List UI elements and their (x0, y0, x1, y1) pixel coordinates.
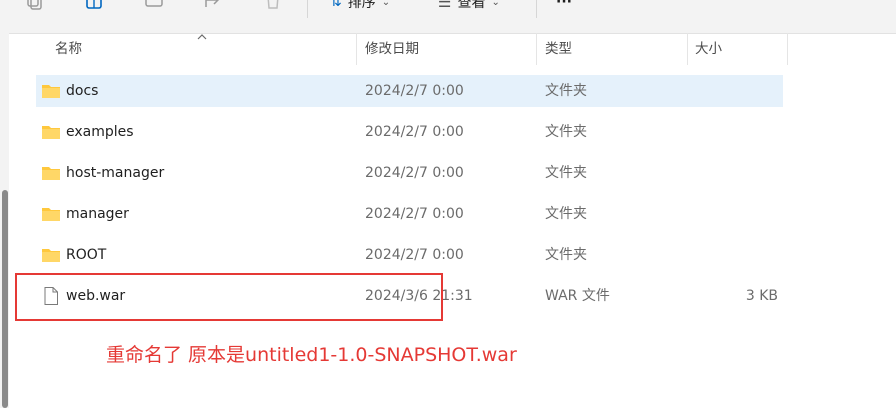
view-label: 查看 (457, 0, 486, 11)
file-name: host-manager (66, 165, 165, 181)
file-row-manager[interactable]: manager 2024/2/7 0:00 文件夹 (36, 198, 783, 230)
file-modified-date: 2024/2/7 0:00 (365, 83, 464, 99)
file-row-root[interactable]: ROOT 2024/2/7 0:00 文件夹 (36, 239, 783, 271)
more-label: ··· (556, 0, 572, 10)
file-modified-date: 2024/2/7 0:00 (365, 165, 464, 181)
file-name: docs (66, 83, 99, 99)
file-row-docs[interactable]: docs 2024/2/7 0:00 文件夹 (36, 75, 783, 107)
sort-icon: ⇅ (330, 0, 342, 10)
file-type: 文件夹 (545, 206, 587, 222)
column-header-type[interactable]: 类型 (545, 33, 572, 65)
file-type: 文件夹 (545, 165, 587, 181)
sort-button[interactable]: ⇅ 排序 ⌄ (330, 0, 390, 14)
sort-ascending-icon (197, 34, 207, 40)
column-header-date[interactable]: 修改日期 (365, 33, 419, 65)
file-name: examples (66, 124, 134, 140)
file-type: 文件夹 (545, 247, 587, 263)
delete-icon[interactable] (263, 0, 283, 10)
command-bar: ⇅ 排序 ⌄ ☰ 查看 ⌄ ··· (0, 0, 896, 34)
column-divider[interactable] (787, 33, 788, 65)
sort-label: 排序 (347, 0, 376, 11)
file-type: 文件夹 (545, 124, 587, 140)
column-header-size[interactable]: 大小 (695, 33, 722, 65)
folder-icon (41, 245, 61, 265)
annotation-note: 重命名了 原本是untitled1-1.0-SNAPSHOT.war (106, 344, 517, 366)
rename-icon[interactable] (144, 0, 164, 10)
scrollbar-thumb[interactable] (2, 190, 8, 408)
folder-icon (41, 81, 61, 101)
folder-icon (41, 122, 61, 142)
folder-icon (41, 163, 61, 183)
file-modified-date: 2024/2/7 0:00 (365, 247, 464, 263)
toolbar-divider (307, 0, 308, 18)
file-size: 3 KB (745, 288, 778, 304)
column-divider[interactable] (687, 33, 688, 65)
share-icon[interactable] (203, 0, 223, 10)
file-modified-date: 2024/2/7 0:00 (365, 124, 464, 140)
view-button[interactable]: ☰ 查看 ⌄ (438, 0, 500, 14)
chevron-down-icon: ⌄ (491, 0, 500, 8)
file-name: manager (66, 206, 129, 222)
file-row-host-manager[interactable]: host-manager 2024/2/7 0:00 文件夹 (36, 157, 783, 189)
column-header-row: 名称 修改日期 类型 大小 (36, 33, 896, 65)
column-divider[interactable] (536, 33, 537, 65)
column-divider[interactable] (356, 33, 357, 65)
file-name: ROOT (66, 247, 107, 263)
view-icon: ☰ (438, 0, 452, 11)
file-type: WAR 文件 (545, 288, 610, 304)
annotation-highlight-box (15, 273, 443, 321)
toolbar-divider (536, 0, 537, 18)
more-options-button[interactable]: ··· (556, 0, 572, 14)
file-row-examples[interactable]: examples 2024/2/7 0:00 文件夹 (36, 116, 783, 148)
file-modified-date: 2024/2/7 0:00 (365, 206, 464, 222)
folder-icon (41, 204, 61, 224)
copy-icon[interactable] (24, 0, 44, 10)
chevron-down-icon: ⌄ (381, 0, 391, 8)
file-type: 文件夹 (545, 83, 587, 99)
column-header-name[interactable]: 名称 (55, 33, 82, 65)
paste-icon[interactable] (84, 0, 104, 10)
